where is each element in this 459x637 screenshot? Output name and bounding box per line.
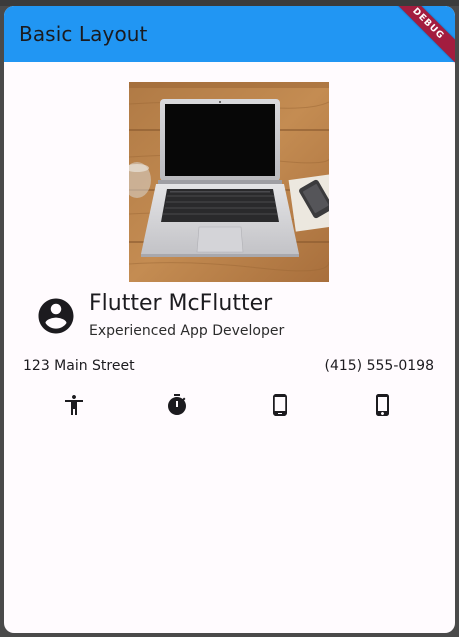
app-bar: Basic Layout	[4, 6, 455, 62]
hero-image	[129, 82, 329, 282]
app-window: Basic Layout DEBUG Flutter McFlutter Exp…	[4, 6, 455, 633]
timer-icon	[164, 392, 190, 418]
profile-section: Flutter McFlutter Experienced App Develo…	[4, 291, 455, 341]
phone-iphone-icon	[370, 392, 396, 418]
accessibility-icon	[61, 392, 87, 418]
profile-role: Experienced App Developer	[89, 323, 285, 339]
phone-android-icon	[267, 392, 293, 418]
account-circle-icon	[35, 295, 77, 337]
icon-row	[4, 392, 455, 418]
app-bar-title: Basic Layout	[19, 22, 148, 46]
profile-name: Flutter McFlutter	[89, 291, 273, 316]
phone-text: (415) 555-0198	[324, 358, 435, 374]
address-text: 123 Main Street	[23, 358, 135, 374]
